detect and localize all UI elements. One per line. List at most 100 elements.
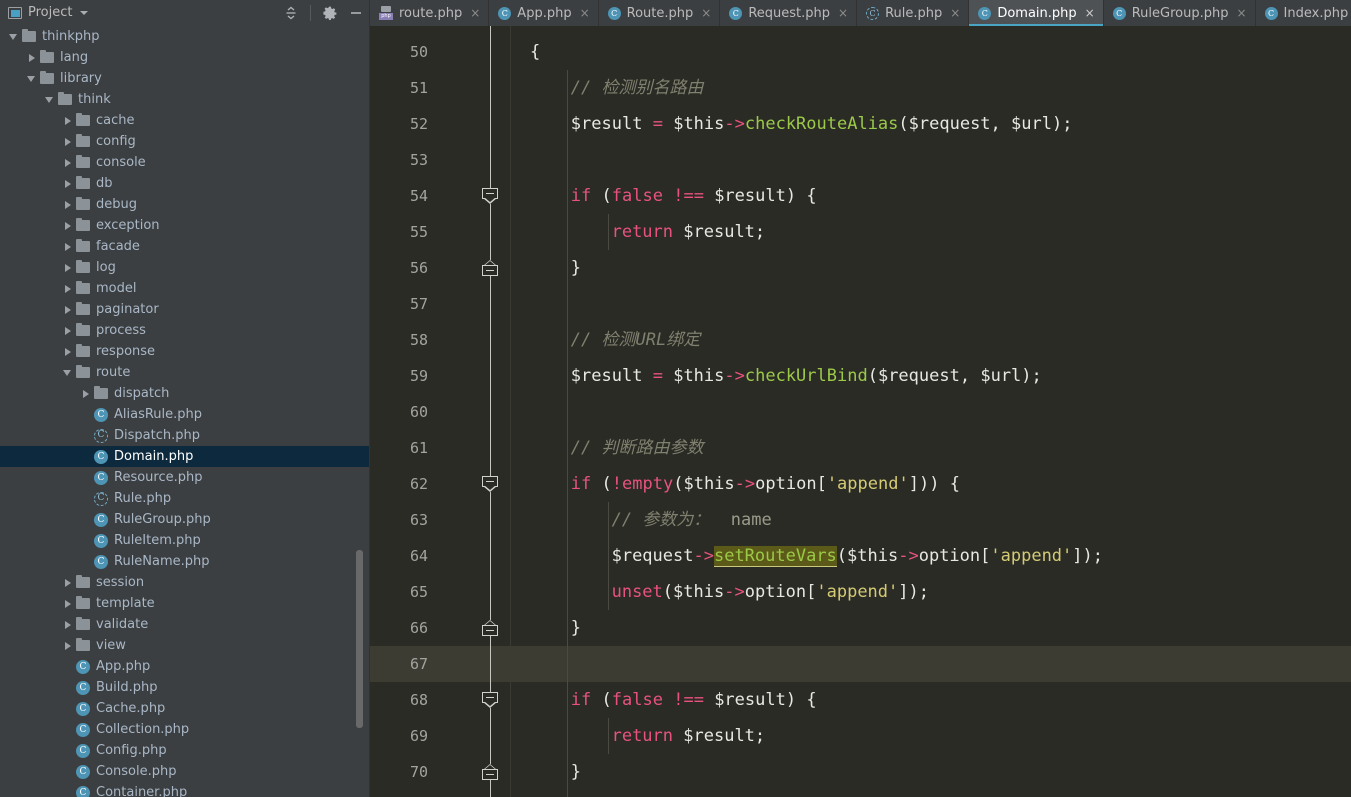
editor-tab-route-php[interactable]: route.php × [370, 0, 490, 26]
code-line[interactable]: 51 // 检测别名路由 [370, 70, 1351, 106]
chevron-right-icon[interactable] [62, 115, 73, 126]
tree-item-config[interactable]: config [0, 131, 370, 152]
tree-item-console[interactable]: console [0, 152, 370, 173]
tree-item-route[interactable]: route [0, 362, 370, 383]
fold-start-icon[interactable] [480, 476, 500, 492]
close-icon[interactable]: × [580, 7, 590, 19]
chevron-right-icon[interactable] [62, 619, 73, 630]
tree-item-rule-php[interactable]: C Rule.php [0, 488, 370, 509]
tree-item-resource-php[interactable]: C Resource.php [0, 467, 370, 488]
tree-item-process[interactable]: process [0, 320, 370, 341]
code-line[interactable]: 65 unset($this->option['append']); [370, 574, 1351, 610]
chevron-down-icon[interactable] [44, 94, 55, 105]
tree-item-paginator[interactable]: paginator [0, 299, 370, 320]
code-line[interactable]: 70} [370, 754, 1351, 790]
tree-item-db[interactable]: db [0, 173, 370, 194]
chevron-right-icon[interactable] [62, 325, 73, 336]
code-line[interactable]: 57 [370, 286, 1351, 322]
chevron-right-icon[interactable] [62, 640, 73, 651]
code-line[interactable]: 68 if (false !== $result) { [370, 682, 1351, 718]
tree-item-dispatch-php[interactable]: C Dispatch.php [0, 425, 370, 446]
tree-item-log[interactable]: log [0, 257, 370, 278]
code-editor[interactable]: 50 {51 // 检测别名路由 52 $result = $this->checkRo… [370, 26, 1351, 797]
code-line[interactable]: 61 // 判断路由参数 [370, 430, 1351, 466]
chevron-right-icon[interactable] [62, 157, 73, 168]
editor-tab-rule-php[interactable]: C Rule.php × [857, 0, 970, 26]
chevron-down-icon[interactable] [8, 31, 19, 42]
tree-item-session[interactable]: session [0, 572, 370, 593]
tree-item-validate[interactable]: validate [0, 614, 370, 635]
chevron-right-icon[interactable] [62, 598, 73, 609]
chevron-right-icon[interactable] [62, 262, 73, 273]
tree-item-aliasrule-php[interactable]: C AliasRule.php [0, 404, 370, 425]
chevron-right-icon[interactable] [26, 52, 37, 63]
close-icon[interactable]: × [470, 7, 480, 19]
tree-item-debug[interactable]: debug [0, 194, 370, 215]
tree-item-dispatch[interactable]: dispatch [0, 383, 370, 404]
code-line[interactable]: 53 [370, 142, 1351, 178]
tree-item-rulename-php[interactable]: C RuleName.php [0, 551, 370, 572]
tree-item-lang[interactable]: lang [0, 47, 370, 68]
tree-item-container-php[interactable]: C Container.php [0, 782, 370, 797]
close-icon[interactable]: × [838, 7, 848, 19]
tree-item-think[interactable]: think [0, 89, 370, 110]
code-line[interactable]: 71 [370, 790, 1351, 797]
code-line[interactable]: 67 [370, 646, 1351, 682]
editor-tab-request-php[interactable]: C Request.php × [720, 0, 858, 26]
close-icon[interactable]: × [701, 7, 711, 19]
editor-tab-app-php[interactable]: C App.php × [489, 0, 599, 26]
code-line[interactable]: 50 { [370, 34, 1351, 70]
tree-item-rulegroup-php[interactable]: C RuleGroup.php [0, 509, 370, 530]
chevron-right-icon[interactable] [62, 241, 73, 252]
tree-item-config-php[interactable]: C Config.php [0, 740, 370, 761]
chevron-right-icon[interactable] [62, 577, 73, 588]
close-icon[interactable]: × [1236, 7, 1246, 19]
collapse-all-icon[interactable] [281, 3, 301, 23]
chevron-right-icon[interactable] [62, 199, 73, 210]
tree-item-cache-php[interactable]: C Cache.php [0, 698, 370, 719]
chevron-down-icon[interactable] [26, 73, 37, 84]
fold-end-icon[interactable] [480, 764, 500, 780]
chevron-right-icon[interactable] [62, 283, 73, 294]
tree-item-app-php[interactable]: C App.php [0, 656, 370, 677]
tree-item-thinkphp[interactable]: thinkphp [0, 26, 370, 47]
gear-icon[interactable] [320, 3, 340, 23]
tree-item-view[interactable]: view [0, 635, 370, 656]
code-line[interactable]: 64 $request->setRouteVars($this->option['… [370, 538, 1351, 574]
tree-item-domain-php[interactable]: C Domain.php [0, 446, 370, 467]
fold-end-icon[interactable] [480, 620, 500, 636]
chevron-right-icon[interactable] [80, 388, 91, 399]
code-line[interactable]: 55 return $result; [370, 214, 1351, 250]
code-line[interactable]: 62 if (!empty($this->option['append'])) { [370, 466, 1351, 502]
code-line[interactable]: 58 // 检测URL绑定 [370, 322, 1351, 358]
editor-tab-index-php[interactable]: CIndex.php× [1256, 0, 1351, 26]
close-icon[interactable]: × [1085, 7, 1095, 19]
code-line[interactable]: 59 $result = $this->checkUrlBind($request… [370, 358, 1351, 394]
code-line[interactable]: 66} [370, 610, 1351, 646]
tree-item-facade[interactable]: facade [0, 236, 370, 257]
chevron-down-icon[interactable] [62, 367, 73, 378]
code-line[interactable]: 63 // 参数为： name [370, 502, 1351, 538]
editor-tab-bar[interactable]: route.php × C App.php × C Route.php × C Request.p… [370, 0, 1351, 26]
chevron-right-icon[interactable] [62, 136, 73, 147]
tree-item-exception[interactable]: exception [0, 215, 370, 236]
editor-tab-rulegroup-php[interactable]: C RuleGroup.php × [1104, 0, 1256, 26]
chevron-right-icon[interactable] [62, 178, 73, 189]
editor-tab-route-php[interactable]: C Route.php × [599, 0, 721, 26]
tree-item-collection-php[interactable]: C Collection.php [0, 719, 370, 740]
tree-item-ruleitem-php[interactable]: C RuleItem.php [0, 530, 370, 551]
tree-item-model[interactable]: model [0, 278, 370, 299]
minimize-icon[interactable] [346, 3, 366, 23]
chevron-right-icon[interactable] [62, 304, 73, 315]
fold-end-icon[interactable] [480, 260, 500, 276]
chevron-right-icon[interactable] [62, 346, 73, 357]
tree-item-response[interactable]: response [0, 341, 370, 362]
tree-item-console-php[interactable]: C Console.php [0, 761, 370, 782]
chevron-right-icon[interactable] [62, 220, 73, 231]
code-line[interactable]: 56} [370, 250, 1351, 286]
code-line[interactable]: 52 $result = $this->checkRouteAlias($requ… [370, 106, 1351, 142]
code-line[interactable]: 69 return $result; [370, 718, 1351, 754]
tree-item-library[interactable]: library [0, 68, 370, 89]
code-line[interactable]: 60 [370, 394, 1351, 430]
fold-start-icon[interactable] [480, 692, 500, 708]
